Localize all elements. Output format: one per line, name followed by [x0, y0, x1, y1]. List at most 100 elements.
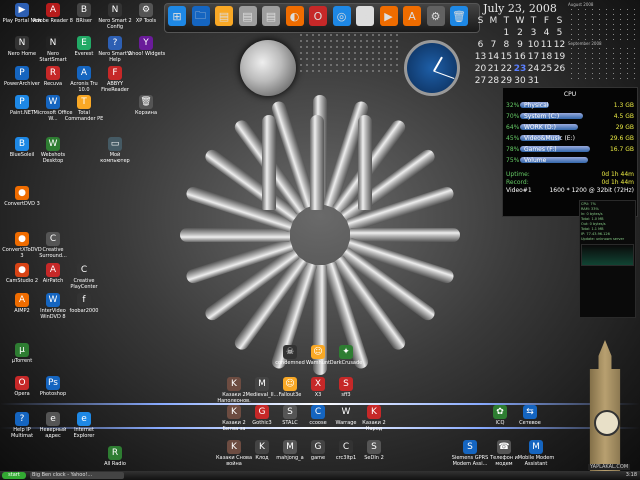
firefox-icon[interactable]: ◐: [285, 6, 304, 26]
desktop-icon[interactable]: ▭ Мой компьютер: [95, 137, 135, 164]
desktop-icon[interactable]: ● ConvertDVD 3: [2, 186, 42, 207]
app-icon: M: [255, 377, 269, 391]
calendar-day: 28: [487, 76, 500, 86]
calendar-day: 24: [527, 64, 540, 74]
calendar-week: 13 14 15 16 17 18 19: [474, 51, 566, 63]
folder-icon[interactable]: ▤: [262, 6, 280, 26]
taskbar-item[interactable]: Big Ben clock - Yahoo!...: [30, 472, 124, 479]
start-button[interactable]: start: [2, 472, 26, 479]
network-monitor-widget: CPU: 7% RAM: 33% In: 0 bytes/s Total: 1.0 M…: [579, 200, 636, 318]
calendar-day: 1: [503, 28, 510, 38]
cpu-label: CPU: [563, 90, 577, 98]
calendar-week: 6 7 8 9 10 11 12: [474, 39, 566, 51]
app-icon: A: [46, 263, 60, 277]
resource-value: 16.7 GB: [609, 145, 634, 153]
desktop-icon[interactable]: ✦ DarkCrusade: [326, 345, 366, 366]
app-icon: Ps: [46, 376, 60, 390]
clock-hour-hand: [433, 56, 443, 72]
calendar-day: 21: [487, 64, 500, 74]
settings-icon[interactable]: ⚙: [426, 6, 445, 26]
icon-label: All Radio: [104, 461, 126, 467]
desktop-icon[interactable]: ⇆ Сетевое: [510, 405, 550, 426]
app-icon: e: [46, 412, 60, 426]
aimp-icon[interactable]: A: [403, 6, 421, 26]
desktop-icon[interactable]: e Internet Explorer: [64, 412, 104, 439]
media-icon[interactable]: ◎: [332, 6, 351, 26]
desktop-icon[interactable]: K Казаки 2 Народ: [354, 405, 394, 432]
player-icon[interactable]: ▶: [379, 6, 398, 26]
desktop-icon[interactable]: T Total Commander PE: [64, 95, 104, 122]
desktop-icon[interactable]: W Webshots Desktop: [33, 137, 73, 164]
app-icon: f: [77, 293, 91, 307]
calendar-widget: July 23, 2008 SMTWTFS 1 2 3 4 5 6 7 8 9 10 11 12 13 1…: [474, 2, 566, 87]
app-icon: C: [339, 440, 353, 454]
app-icon: R: [46, 66, 60, 80]
desktop-icon[interactable]: F ABBYY FineReader: [95, 66, 135, 93]
app-icon: A: [15, 293, 29, 307]
desktop-icon[interactable]: M Mobile Modem Assistant: [516, 440, 556, 467]
calendar-day: 4: [543, 28, 550, 38]
calendar-day: 25: [540, 64, 553, 74]
network-graph: [581, 244, 634, 266]
app-icon: A: [77, 66, 91, 80]
dot-clock: [298, 32, 398, 72]
explorer-icon[interactable]: 🗀: [191, 6, 210, 26]
usage-percent: 64%: [506, 123, 520, 131]
network-monitor-lines: CPU: 7% RAM: 33% In: 0 bytes/s Total: 1.0 M…: [581, 202, 634, 242]
app-icon: ✿: [493, 405, 507, 419]
app-icon: ☎: [497, 440, 511, 454]
desktop-icon[interactable]: Y Yahoo! Widgets: [126, 36, 166, 57]
app-icon: X: [311, 377, 325, 391]
desktop-icon[interactable]: Ps Photoshop: [33, 376, 73, 397]
desktop-icon[interactable]: S SeDIn 2: [354, 440, 394, 461]
calendar-day: 11: [540, 40, 553, 50]
calendar-day: 16: [514, 52, 526, 62]
resource-name: Games (F:): [524, 145, 557, 153]
calendar-day: 8: [503, 40, 510, 50]
desktop-icon[interactable]: 🗑 Корзина: [126, 95, 166, 116]
app-icon: G: [311, 440, 325, 454]
calendar-day: 20: [474, 64, 487, 74]
app-icon: P: [15, 66, 29, 80]
icon-label: Internet Explorer: [73, 427, 95, 439]
app-icon: W: [46, 293, 60, 307]
desktop-icon[interactable]: C Creative Surround...: [33, 232, 73, 259]
resource-row: 64% WORK (D:) 29 GB: [506, 122, 634, 132]
app-icon: ⇆: [523, 405, 537, 419]
desktop-icon[interactable]: Ssff3: [326, 377, 366, 398]
desktop-icon[interactable]: ⚙ XP Tools: [126, 3, 166, 24]
calendar-day: 27: [474, 76, 487, 86]
analog-clock: [404, 40, 460, 96]
play-icon[interactable]: ▶: [356, 6, 374, 26]
video-label: Video#1: [506, 187, 532, 194]
calendar-day: 26: [553, 64, 566, 74]
icon-label: Webshots Desktop: [40, 152, 66, 164]
folder-icon[interactable]: ▤: [215, 6, 233, 26]
desktop-icon[interactable]: R All Radio: [95, 446, 135, 467]
calendar-day: 29: [500, 76, 513, 86]
app-icon: N: [15, 36, 29, 50]
bullet-art: [350, 228, 460, 242]
app-icon: ●: [15, 232, 29, 246]
desktop-icon[interactable]: C Creative PlayCenter: [64, 263, 104, 290]
system-monitor-widget: CPU 32% Physical 1.3 GB 70% System (C:) 4.5 G…: [502, 87, 638, 217]
weekday-label: M: [489, 16, 498, 26]
app-icon: C: [311, 405, 325, 419]
weekday-label: T: [530, 16, 537, 26]
desktop-icon[interactable]: µ µTorrent: [2, 343, 42, 364]
calendar-day: [540, 75, 553, 87]
calendar-day: 22: [500, 64, 513, 74]
windows-icon[interactable]: ⊞: [168, 6, 186, 26]
opera-icon[interactable]: O: [309, 6, 327, 26]
app-icon: T: [77, 95, 91, 109]
system-monitor-rows: 32% Physical 1.3 GB 70% System (C:) 4.5 GB 64%…: [503, 100, 637, 165]
taskbar-clock: 3:18: [625, 472, 637, 478]
recycle-bin-icon[interactable]: 🗑: [450, 6, 468, 26]
calendar-day: 13: [474, 52, 487, 62]
resource-value: 1.3 GB: [613, 101, 634, 109]
app-icon: K: [227, 405, 241, 419]
app-icon: K: [255, 440, 269, 454]
folder-icon[interactable]: ▤: [238, 6, 257, 26]
app-icon: W: [339, 405, 353, 419]
desktop-icon[interactable]: f foobar2000: [64, 293, 104, 314]
